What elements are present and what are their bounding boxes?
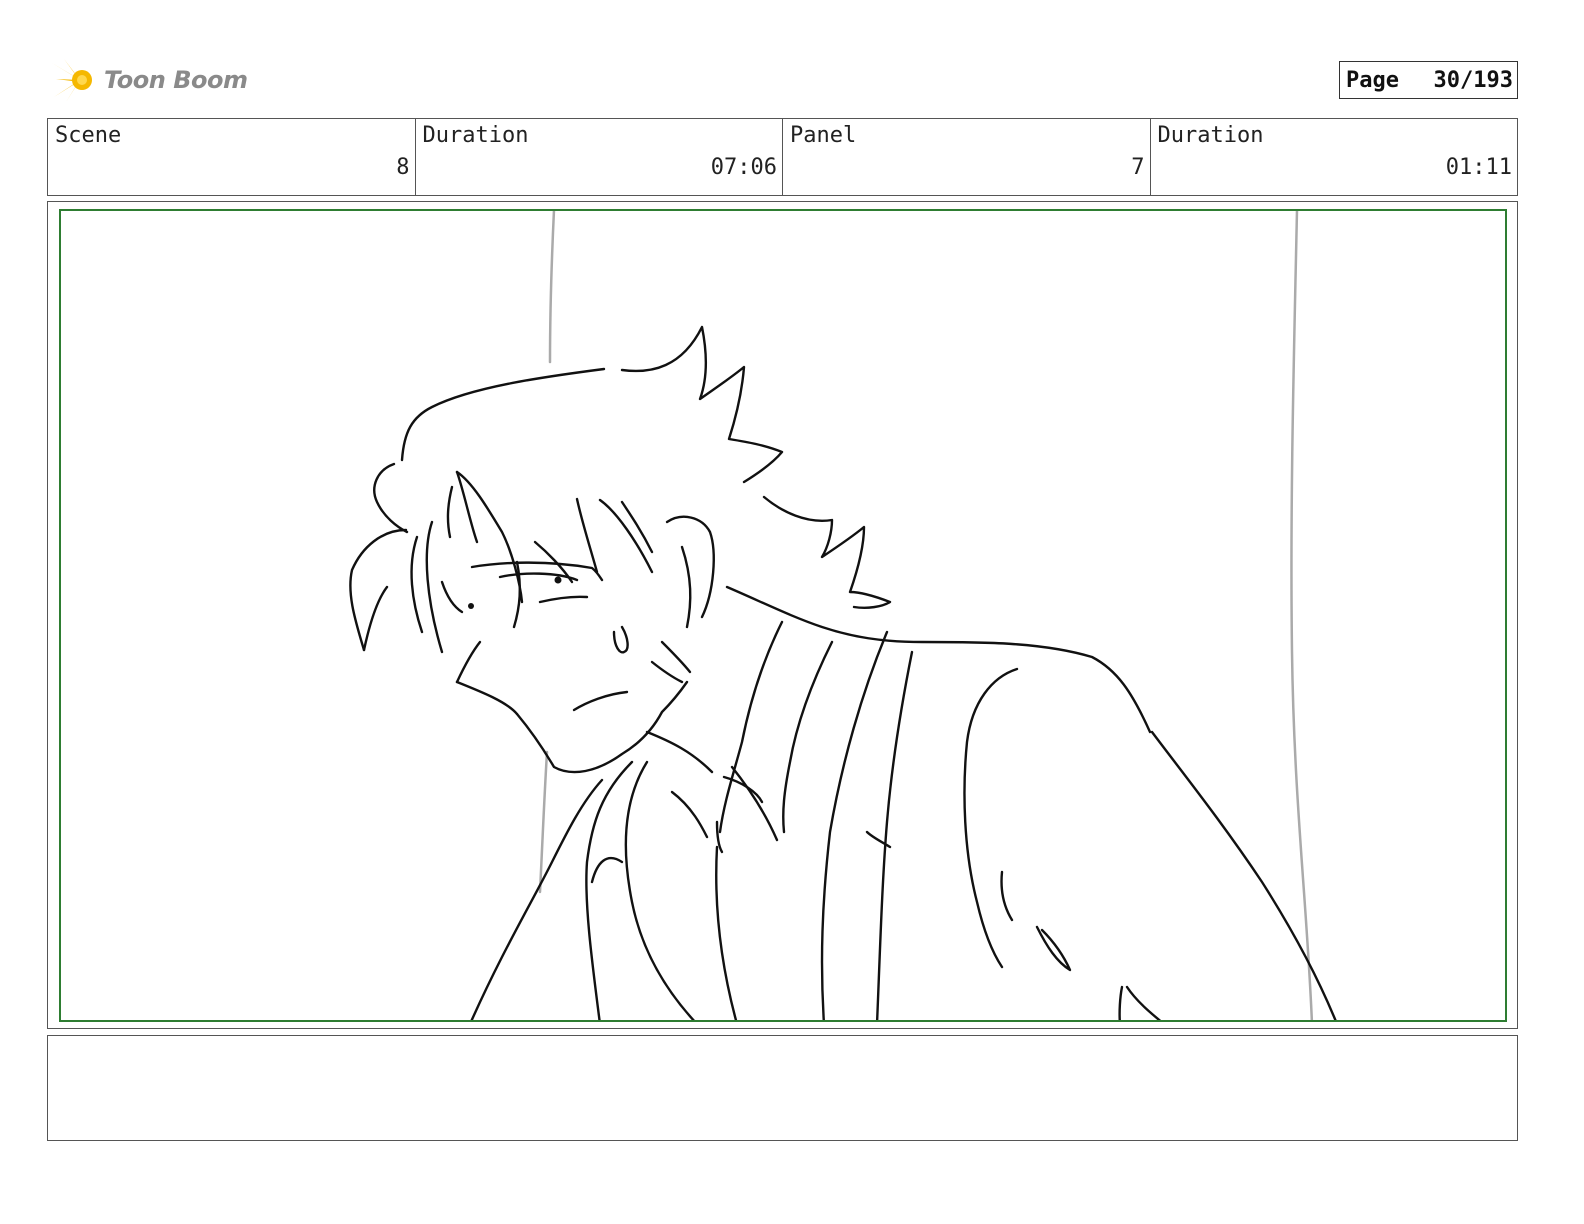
panel-duration-label: Duration	[1157, 123, 1264, 148]
page-label: Page	[1346, 67, 1399, 93]
panel-value: 7	[1131, 155, 1145, 180]
storyboard-safe-frame	[59, 209, 1507, 1022]
character-sketch-icon	[349, 211, 1337, 1020]
brand-name: Toon Boom	[104, 66, 248, 94]
scene-value: 8	[396, 155, 410, 180]
panel-cell: Panel 7	[783, 119, 1151, 195]
scene-duration-label: Duration	[422, 123, 529, 148]
panel-notes-box	[47, 1035, 1518, 1141]
page-indicator: Page 30/193	[1339, 61, 1518, 99]
scene-label: Scene	[55, 123, 122, 148]
starburst-icon	[52, 59, 92, 102]
panel-duration-cell: Duration 01:11	[1151, 119, 1518, 195]
scene-duration-value: 07:06	[710, 155, 777, 180]
scene-cell: Scene 8	[48, 119, 416, 195]
toon-boom-logo: Toon Boom	[50, 52, 250, 108]
panel-duration-value: 01:11	[1445, 155, 1512, 180]
panel-label: Panel	[790, 123, 857, 148]
panel-info-table: Scene 8 Duration 07:06 Panel 7 Duration …	[47, 118, 1518, 196]
page-number: 30/193	[1433, 67, 1513, 93]
scene-duration-cell: Duration 07:06	[416, 119, 783, 195]
